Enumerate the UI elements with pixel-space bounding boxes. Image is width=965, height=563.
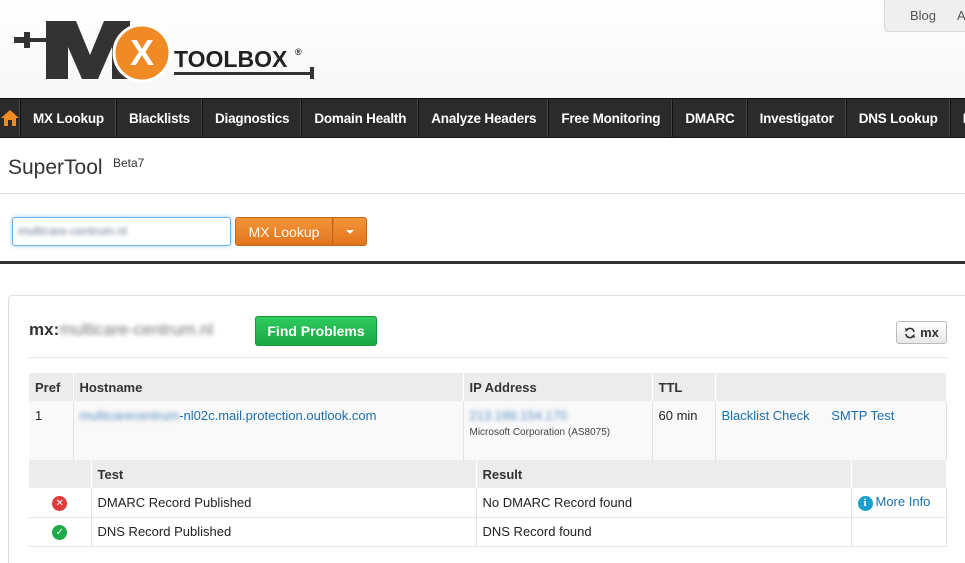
col-info xyxy=(851,460,947,488)
home-icon xyxy=(1,110,19,126)
table-row: 1 multicarecentrum-nl02c.mail.protection… xyxy=(29,401,947,468)
nav-analyze-headers[interactable]: Analyze Headers xyxy=(419,99,550,137)
top-link-a[interactable]: A xyxy=(957,8,965,23)
caret-down-icon xyxy=(346,229,354,234)
result-prefix: mx: xyxy=(29,320,60,339)
logo-text: TOOLBOX xyxy=(174,46,288,72)
hostname-link[interactable]: multicarecentrum-nl02c.mail.protection.o… xyxy=(80,408,377,423)
pref-cell: 1 xyxy=(29,401,74,468)
section-divider xyxy=(0,261,965,264)
ip-owner: Microsoft Corporation (AS8075) xyxy=(469,427,611,438)
main-nav: MX Lookup Blacklists Diagnostics Domain … xyxy=(0,98,965,138)
smtp-test-link[interactable]: SMTP Test xyxy=(831,408,894,423)
refresh-mx-label: mx xyxy=(920,325,939,340)
status-cell: ✕ xyxy=(29,488,92,518)
table-row: ✓ DNS Record Published DNS Record found xyxy=(29,517,947,547)
col-status xyxy=(29,460,92,488)
test-cell: DNS Record Published xyxy=(91,517,477,547)
nav-more[interactable]: M xyxy=(951,99,965,137)
result-cell: No DMARC Record found xyxy=(476,488,852,518)
status-cell: ✓ xyxy=(29,517,92,547)
result-domain: multicare-centrum.nl xyxy=(59,320,214,339)
col-ip-address: IP Address xyxy=(463,373,653,401)
blog-link[interactable]: Blog xyxy=(910,8,936,23)
nav-dmarc[interactable]: DMARC xyxy=(673,99,748,137)
divider xyxy=(29,357,947,358)
test-cell: DMARC Record Published xyxy=(91,488,477,518)
nav-dns-lookup[interactable]: DNS Lookup xyxy=(847,99,951,137)
ttl-cell: 60 min xyxy=(652,401,716,468)
col-ttl: TTL xyxy=(652,373,716,401)
domain-search-input[interactable]: multicare-centrum.nl xyxy=(12,217,231,246)
col-pref: Pref xyxy=(29,373,74,401)
refresh-icon xyxy=(905,327,916,338)
lookup-dropdown-button[interactable] xyxy=(333,217,367,246)
table-header-row: Pref Hostname IP Address TTL xyxy=(29,373,947,401)
info-cell: i More Info xyxy=(851,488,947,518)
col-test: Test xyxy=(91,460,477,488)
blacklist-check-link[interactable]: Blacklist Check xyxy=(722,408,810,423)
mx-records-table: Pref Hostname IP Address TTL 1 multicare… xyxy=(29,373,947,468)
tests-table: Test Result ✕ DMARC Record Published No … xyxy=(29,460,947,547)
search-input-value: multicare-centrum.nl xyxy=(18,224,127,238)
ip-cell: 213.199.154.170 Microsoft Corporation (A… xyxy=(463,401,653,468)
fail-icon: ✕ xyxy=(52,495,68,511)
info-cell xyxy=(851,517,947,547)
ip-link[interactable]: 213.199.154.170 xyxy=(470,408,568,423)
svg-text:®: ® xyxy=(295,47,302,57)
divider xyxy=(0,193,965,194)
find-problems-button[interactable]: Find Problems xyxy=(255,316,377,346)
mx-lookup-button[interactable]: MX Lookup xyxy=(235,217,333,246)
nav-domain-health[interactable]: Domain Health xyxy=(302,99,420,137)
result-heading: mx:multicare-centrum.nl xyxy=(29,320,213,340)
top-links: Blog A xyxy=(884,0,965,32)
nav-free-monitoring[interactable]: Free Monitoring xyxy=(549,99,674,137)
page-title: SuperTool xyxy=(8,156,103,179)
nav-mx-lookup[interactable]: MX Lookup xyxy=(21,99,117,137)
nav-investigator[interactable]: Investigator xyxy=(748,99,847,137)
nav-diagnostics[interactable]: Diagnostics xyxy=(203,99,303,137)
col-result: Result xyxy=(476,460,852,488)
more-info-link[interactable]: i More Info xyxy=(857,494,930,511)
info-icon: i xyxy=(857,495,873,511)
nav-blacklists[interactable]: Blacklists xyxy=(117,99,203,137)
hostname-cell: multicarecentrum-nl02c.mail.protection.o… xyxy=(73,401,464,468)
table-row: ✕ DMARC Record Published No DMARC Record… xyxy=(29,488,947,518)
home-nav-item[interactable] xyxy=(0,99,21,137)
svg-text:X: X xyxy=(130,32,154,73)
table-header-row: Test Result xyxy=(29,460,947,488)
check-icon: ✓ xyxy=(52,525,68,540)
col-actions xyxy=(715,373,947,401)
beta-label: Beta7 xyxy=(113,156,145,170)
result-cell: DNS Record found xyxy=(476,517,852,547)
col-hostname: Hostname xyxy=(73,373,464,401)
actions-cell: Blacklist Check SMTP Test xyxy=(715,401,947,468)
mxtoolbox-logo[interactable]: X TOOLBOX ® xyxy=(14,15,324,85)
refresh-mx-button[interactable]: mx xyxy=(896,321,947,344)
site-header: Blog A X TOOLBOX ® xyxy=(0,0,965,98)
